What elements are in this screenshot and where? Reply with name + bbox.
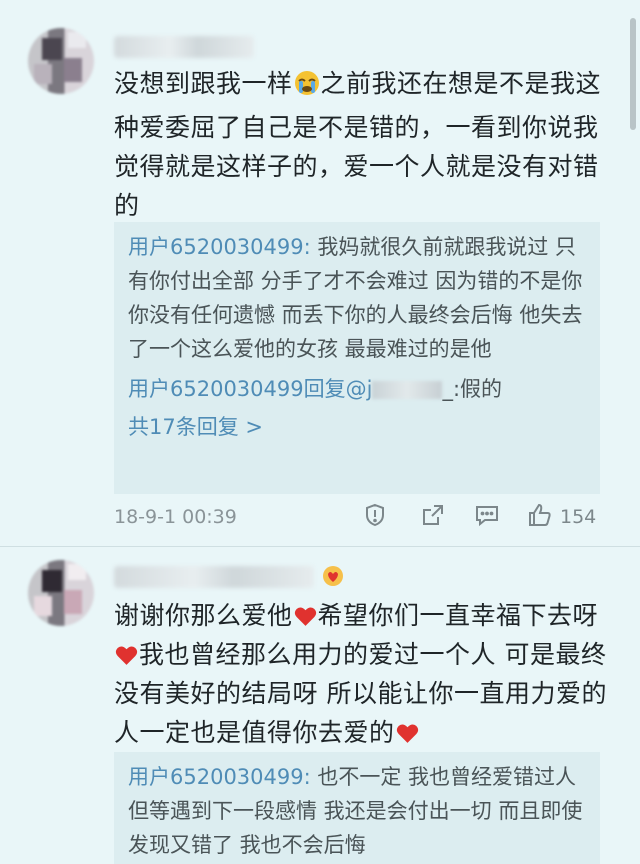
- heart-emoji-icon: [114, 640, 139, 665]
- reply-username[interactable]: 用户6520030499: [128, 377, 304, 401]
- report-button[interactable]: [362, 502, 388, 532]
- reply-username[interactable]: 用户6520030499:: [128, 235, 311, 259]
- reply-box[interactable]: 用户6520030499: 也不一定 我也曾经爱错过人 但等遇到下一段感情 我还…: [114, 752, 600, 864]
- comment-text-part: 我也曾经那么用力的爱过一个人 可是最终没有美好的结局呀 所以能让你一直用力爱的人…: [114, 640, 607, 747]
- comment-text-part: 希望你们一直幸福下去呀: [317, 601, 599, 630]
- reply-text: _:假的: [442, 377, 503, 401]
- reply-button[interactable]: [474, 502, 500, 532]
- timestamp: 18-9-1 00:39: [114, 506, 237, 528]
- share-button[interactable]: [420, 502, 446, 532]
- comment-text: 谢谢你那么爱他 希望你们一直幸福下去呀我也曾经那么用力的爱过一个人 可是最终没有美…: [114, 596, 614, 752]
- reply-username[interactable]: 用户6520030499:: [128, 765, 311, 789]
- reply-item: 用户6520030499: 我妈就很久前就跟我说过 只有你付出全部 分手了才不会…: [114, 230, 600, 366]
- comment-text: 没想到跟我一样 之前我还在想是不是我这种爱委屈了自己是不是错的，一看到你说我觉得…: [114, 64, 614, 225]
- like-count: 154: [560, 506, 597, 528]
- reply-box[interactable]: 用户6520030499: 我妈就很久前就跟我说过 只有你付出全部 分手了才不会…: [114, 222, 600, 494]
- comment-text-part: 没想到跟我一样: [114, 69, 293, 98]
- like-icon: [526, 501, 554, 534]
- divider: [0, 546, 640, 547]
- more-replies-link[interactable]: 共17条回复 >: [114, 410, 600, 444]
- comment-text-part: 谢谢你那么爱他: [114, 601, 293, 630]
- comment-footer: 18-9-1 00:39 154: [114, 498, 604, 538]
- reply-item: 用户6520030499回复@j _:假的: [114, 372, 600, 406]
- heart-emoji-icon: [395, 718, 420, 743]
- report-icon: [362, 502, 388, 533]
- like-button[interactable]: 154: [526, 502, 596, 532]
- masked-username: [372, 381, 443, 399]
- reply-item: 用户6520030499: 也不一定 我也曾经爱错过人 但等遇到下一段感情 我还…: [114, 760, 600, 862]
- reply-mention[interactable]: 回复@j: [304, 377, 373, 401]
- share-icon: [420, 502, 446, 533]
- heart-emoji-icon: [293, 601, 318, 626]
- scrollbar[interactable]: [630, 18, 636, 130]
- username-blurred[interactable]: [114, 36, 254, 58]
- username-blurred[interactable]: [114, 566, 314, 588]
- crying-face-emoji-icon: [293, 69, 321, 108]
- badge-icon: [320, 564, 346, 590]
- avatar[interactable]: [28, 560, 94, 626]
- comment-icon: [474, 502, 500, 533]
- avatar[interactable]: [28, 28, 94, 94]
